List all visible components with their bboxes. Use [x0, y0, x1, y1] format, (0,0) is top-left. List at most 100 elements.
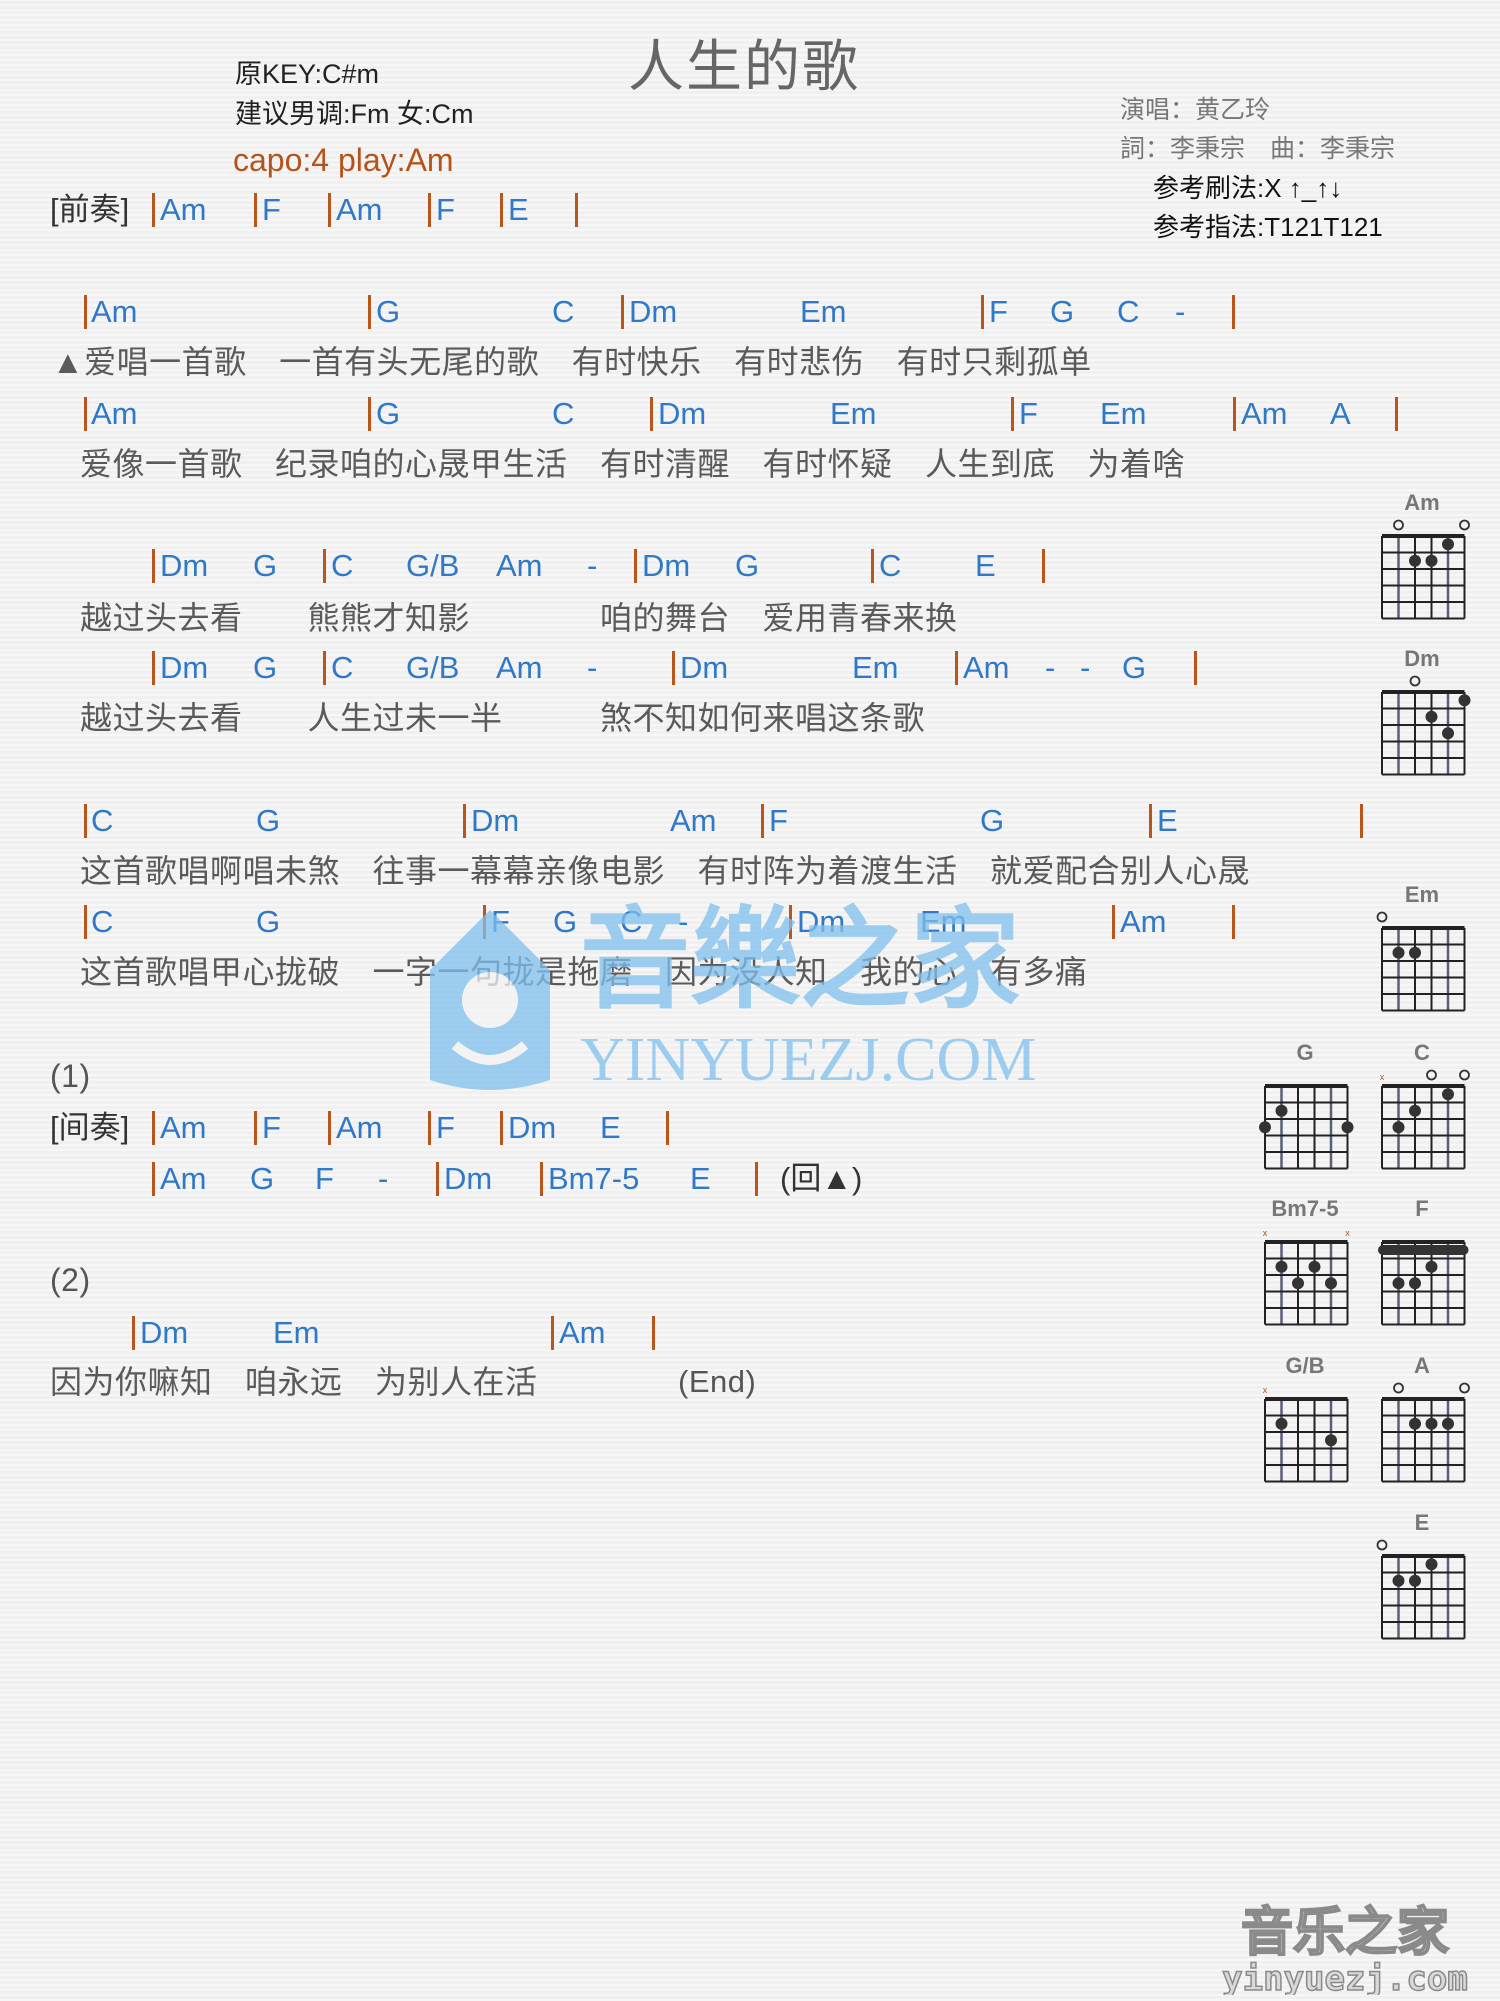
chord-name[interactable]: E [690, 1159, 711, 1199]
chord-name[interactable]: C [620, 902, 642, 942]
bar-line [428, 193, 431, 227]
chord-name[interactable]: G [256, 902, 280, 942]
open-string-icon [1409, 675, 1421, 687]
chord-name[interactable]: Am [1120, 902, 1167, 942]
chord-name[interactable]: Dm [140, 1313, 188, 1353]
fretboard-grid [1381, 1382, 1470, 1483]
chord-name[interactable]: E [508, 190, 529, 230]
chord-name[interactable]: G [250, 1159, 274, 1199]
chord-name[interactable]: G [980, 801, 1004, 841]
chord-name[interactable]: Dm [471, 801, 519, 841]
chord-hold[interactable]: - [1080, 648, 1090, 688]
chord-name[interactable]: F [262, 1108, 281, 1148]
chord-hold[interactable]: - [378, 1159, 388, 1199]
finger-dot [1325, 1277, 1337, 1290]
chord-name[interactable]: Em [852, 648, 899, 688]
chord-name[interactable]: Dm [797, 902, 845, 942]
chord-name[interactable]: Em [273, 1313, 320, 1353]
fretboard-grid: x [1263, 1385, 1349, 1483]
chord-name[interactable]: F [491, 902, 510, 942]
chord-name[interactable]: Am [336, 190, 383, 230]
chord-name[interactable]: Em [1100, 394, 1147, 434]
chord-name[interactable]: Dm [444, 1159, 492, 1199]
chord-name[interactable]: Am [91, 292, 138, 332]
chord-name[interactable]: Em [920, 902, 967, 942]
chord-name[interactable]: F [262, 190, 281, 230]
chord-name[interactable]: F [769, 801, 788, 841]
chord-name[interactable]: Am [336, 1108, 383, 1148]
chord-name[interactable]: E [975, 546, 996, 586]
chord-name[interactable]: G/B [406, 546, 459, 586]
bar-line [672, 651, 675, 685]
chord-name[interactable]: G [1122, 648, 1146, 688]
muted-string-icon: x [1263, 1385, 1268, 1395]
bar-line [463, 804, 466, 838]
chord-hold[interactable]: - [678, 902, 688, 942]
chord-name[interactable]: Am [1241, 394, 1288, 434]
chord-name[interactable]: C [331, 546, 353, 586]
chord-name[interactable]: A [1330, 394, 1351, 434]
chord-name[interactable]: F [989, 292, 1008, 332]
chord-name[interactable]: Dm [629, 292, 677, 332]
chord-name[interactable]: C [552, 394, 574, 434]
chord-name[interactable]: Dm [508, 1108, 556, 1148]
finger-dot [1392, 1574, 1405, 1587]
chord-name[interactable]: Bm7-5 [548, 1159, 639, 1199]
chord-name[interactable]: G [735, 546, 759, 586]
chord-name[interactable]: F [436, 1108, 455, 1148]
prechorus-lyric-line: 越过头去看 人生过未一半 煞不知如何来唱这条歌 [80, 700, 926, 736]
chord-name[interactable]: C [331, 648, 353, 688]
chord-name[interactable]: Am [91, 394, 138, 434]
chord-name[interactable]: C [1117, 292, 1139, 332]
chord-name[interactable]: Em [800, 292, 847, 332]
chord-name[interactable]: G [376, 394, 400, 434]
open-string-icon [1459, 519, 1470, 531]
chord-name[interactable]: E [1157, 801, 1178, 841]
chord-name[interactable]: Dm [160, 546, 208, 586]
chord-name[interactable]: G/B [406, 648, 459, 688]
chord-name[interactable]: Am [160, 1108, 207, 1148]
chord-name[interactable]: Dm [658, 394, 706, 434]
bar-line [152, 1162, 155, 1196]
chord-name[interactable]: Am [963, 648, 1010, 688]
chord-name[interactable]: E [600, 1108, 621, 1148]
chord-name[interactable]: Dm [680, 648, 728, 688]
chord-name[interactable]: G [553, 902, 577, 942]
chord-name[interactable]: Am [160, 1159, 207, 1199]
chord-hold[interactable]: - [587, 648, 597, 688]
chord-hold[interactable]: - [587, 546, 597, 586]
chord-name[interactable]: C [91, 902, 113, 942]
chord-name[interactable]: G [1050, 292, 1074, 332]
chord-name[interactable]: Am [670, 801, 717, 841]
fretboard-grid [1376, 911, 1466, 1012]
chord-name[interactable]: F [1019, 394, 1038, 434]
fretboard-grid [1381, 675, 1471, 776]
bar-line [254, 1111, 257, 1145]
chord-name[interactable]: G [376, 292, 400, 332]
chord-name[interactable]: C [552, 292, 574, 332]
fretboard-grid [1259, 1084, 1354, 1170]
chord-name[interactable]: Am [160, 190, 207, 230]
chord-name[interactable]: Em [830, 394, 877, 434]
finger-dot [1409, 946, 1421, 959]
chord-name[interactable]: Am [559, 1313, 606, 1353]
chord-name[interactable]: Am [496, 648, 543, 688]
chord-name[interactable]: F [315, 1159, 334, 1199]
bar-line [84, 295, 87, 329]
finger-dot [1442, 1088, 1454, 1101]
chord-name[interactable]: C [879, 546, 901, 586]
bar-line [368, 397, 371, 431]
chord-hold[interactable]: - [1045, 648, 1055, 688]
chord-hold[interactable]: - [1175, 292, 1185, 332]
chord-name[interactable]: G [256, 801, 280, 841]
chord-name[interactable]: G [253, 648, 277, 688]
chord-name[interactable]: F [436, 190, 455, 230]
chord-name[interactable]: C [91, 801, 113, 841]
chord-name[interactable]: Am [496, 546, 543, 586]
chord-name[interactable]: Dm [160, 648, 208, 688]
bar-line [436, 1162, 439, 1196]
chord-name[interactable]: Dm [642, 546, 690, 586]
intro-tag: [前奏] [50, 192, 130, 227]
bar-line [981, 295, 984, 329]
chord-name[interactable]: G [253, 546, 277, 586]
